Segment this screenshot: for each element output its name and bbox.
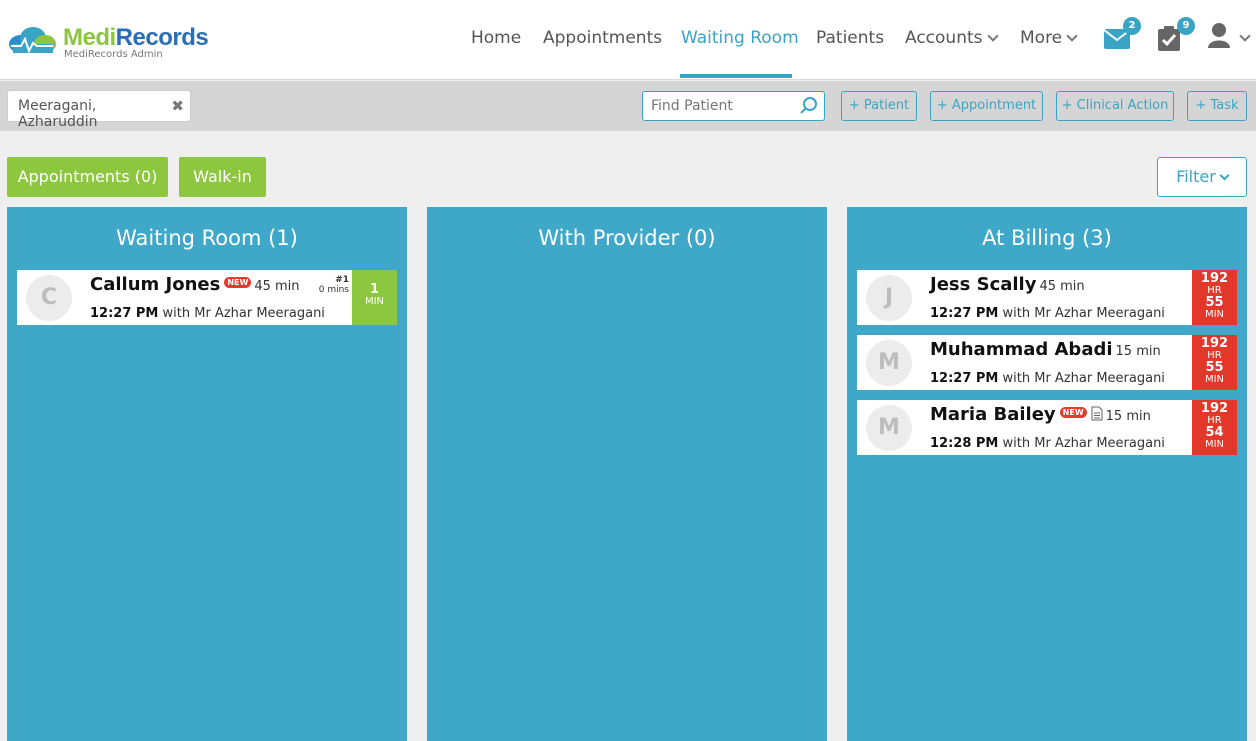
- timer-minutes-unit: MIN: [1204, 374, 1225, 385]
- appointment-time: 12:27 PM: [930, 371, 999, 386]
- patient-card[interactable]: M Muhammad Abadi 15 min 12:27 PM with Mr …: [857, 335, 1237, 390]
- nav-accounts-label: Accounts: [905, 28, 983, 48]
- nav-patients[interactable]: Patients: [816, 28, 884, 48]
- search-icon[interactable]: [800, 97, 818, 115]
- chevron-down-icon: [1239, 30, 1251, 42]
- add-clinical-action-button[interactable]: + Clinical Action: [1056, 91, 1174, 121]
- chevron-down-icon: [986, 30, 999, 42]
- messages-button[interactable]: 2: [1101, 17, 1141, 58]
- provider-text: with Mr Azhar Meeragani: [1002, 306, 1165, 321]
- new-badge: NEW: [224, 276, 252, 288]
- patient-card[interactable]: J Jess Scally 45 min 12:27 PM with Mr Azh…: [857, 270, 1237, 325]
- timer-hours: 192: [1200, 336, 1229, 351]
- patient-name-line: Maria Bailey NEW 15 min: [930, 404, 1151, 425]
- appointment-duration: 45 min: [1039, 279, 1085, 294]
- column-title: At Billing (3): [982, 226, 1112, 250]
- patient-card[interactable]: M Maria Bailey NEW 15 min 12:28 PM with Mr…: [857, 400, 1237, 455]
- filter-button[interactable]: Filter: [1157, 157, 1247, 197]
- wait-timer: 192 HR 55 MIN: [1192, 335, 1237, 390]
- timer-minutes-unit: MIN: [1204, 309, 1225, 320]
- active-tab-indicator: [680, 74, 792, 78]
- at-billing-column: At Billing (3) J Jess Scally 45 min 12:27…: [847, 207, 1247, 741]
- appointment-time-line: 12:28 PM with Mr Azhar Meeragani: [930, 436, 1165, 451]
- queue-position: #1: [335, 275, 349, 285]
- timer-minutes: 55: [1205, 295, 1224, 310]
- timer-hours: 192: [1200, 401, 1229, 416]
- selected-patient-name: Meeragani, Azharuddin: [18, 98, 98, 130]
- nav-more-label: More: [1020, 28, 1063, 48]
- patient-name[interactable]: Muhammad Abadi: [930, 339, 1113, 360]
- medirecords-logo[interactable]: MediRecords MediRecords Admin: [7, 22, 217, 64]
- appointments-button[interactable]: Appointments (0): [7, 157, 168, 197]
- nav-more[interactable]: More: [1020, 28, 1078, 48]
- patient-name-line: Jess Scally 45 min: [930, 274, 1085, 295]
- patient-card[interactable]: C Callum Jones NEW 45 min 12:27 PM with Mr…: [17, 270, 397, 325]
- appointment-time-line: 12:27 PM with Mr Azhar Meeragani: [930, 306, 1165, 321]
- appointment-duration: 15 min: [1105, 409, 1151, 424]
- avatar: M: [866, 340, 912, 386]
- appointment-time: 12:27 PM: [90, 306, 159, 321]
- user-icon: [1208, 23, 1230, 48]
- column-title: Waiting Room (1): [116, 226, 298, 250]
- timer-minutes: 54: [1205, 425, 1224, 440]
- appointment-time-line: 12:27 PM with Mr Azhar Meeragani: [90, 306, 325, 321]
- patient-name-line: Muhammad Abadi 15 min: [930, 339, 1161, 360]
- timer-value: 1: [369, 282, 380, 297]
- avatar: C: [26, 275, 72, 321]
- wait-timer: 1 MIN: [352, 270, 397, 325]
- filter-label: Filter: [1176, 167, 1216, 186]
- tasks-count-badge: 9: [1177, 17, 1195, 35]
- messages-count-badge: 2: [1123, 17, 1141, 35]
- patient-name[interactable]: Callum Jones: [90, 274, 220, 295]
- provider-text: with Mr Azhar Meeragani: [1002, 436, 1165, 451]
- nav-home[interactable]: Home: [471, 28, 521, 48]
- find-patient-input[interactable]: [642, 91, 825, 121]
- brand-subtitle: MediRecords Admin: [64, 49, 163, 60]
- walk-in-button[interactable]: Walk-in: [179, 157, 266, 197]
- add-task-button[interactable]: + Task: [1187, 91, 1247, 121]
- patient-name-line: Callum Jones NEW 45 min: [90, 274, 300, 295]
- tasks-button[interactable]: 9: [1155, 17, 1195, 58]
- chevron-down-icon: [1219, 170, 1230, 181]
- appointment-time: 12:28 PM: [930, 436, 999, 451]
- timer-minutes: 55: [1205, 360, 1224, 375]
- document-icon[interactable]: [1091, 406, 1103, 421]
- column-title: With Provider (0): [538, 226, 716, 250]
- add-patient-button[interactable]: + Patient: [841, 91, 917, 121]
- wait-timer: 192 HR 54 MIN: [1192, 400, 1237, 455]
- provider-text: with Mr Azhar Meeragani: [1002, 371, 1165, 386]
- chevron-down-icon: [1066, 30, 1078, 42]
- with-provider-column: With Provider (0): [427, 207, 827, 741]
- selected-patient-chip[interactable]: Meeragani, Azharuddin ✖: [7, 90, 191, 130]
- avatar: J: [866, 275, 912, 321]
- new-badge: NEW: [1059, 406, 1087, 418]
- avatar: M: [866, 405, 912, 451]
- nav-appointments[interactable]: Appointments: [543, 28, 662, 48]
- provider-text: with Mr Azhar Meeragani: [162, 306, 325, 321]
- appointment-duration: 15 min: [1115, 344, 1161, 359]
- patient-name[interactable]: Jess Scally: [930, 274, 1036, 295]
- brand-name: MediRecords: [63, 24, 209, 51]
- add-appointment-button[interactable]: + Appointment: [930, 91, 1043, 121]
- appointment-duration: 45 min: [254, 279, 300, 294]
- timer-hours: 192: [1200, 271, 1229, 286]
- cloud-heartbeat-icon: [9, 27, 56, 54]
- waiting-room-column: Waiting Room (1) C Callum Jones NEW 45 min…: [7, 207, 407, 741]
- appointment-time: 12:27 PM: [930, 306, 999, 321]
- queue-wait: 0 mins: [318, 285, 349, 295]
- timer-minutes-unit: MIN: [1204, 439, 1225, 450]
- nav-waiting-room[interactable]: Waiting Room: [681, 28, 799, 48]
- user-menu-button[interactable]: [1205, 22, 1251, 58]
- nav-accounts[interactable]: Accounts: [905, 28, 999, 48]
- wait-timer: 192 HR 55 MIN: [1192, 270, 1237, 325]
- top-header: MediRecords MediRecords Admin Home Appoi…: [0, 0, 1256, 80]
- timer-unit: MIN: [364, 296, 385, 307]
- patient-name[interactable]: Maria Bailey: [930, 404, 1056, 425]
- queue-info: #1 0 mins: [319, 275, 349, 295]
- appointment-time-line: 12:27 PM with Mr Azhar Meeragani: [930, 371, 1165, 386]
- close-icon[interactable]: ✖: [171, 97, 184, 115]
- patient-toolbar: Meeragani, Azharuddin ✖ + Patient + Appo…: [0, 81, 1256, 131]
